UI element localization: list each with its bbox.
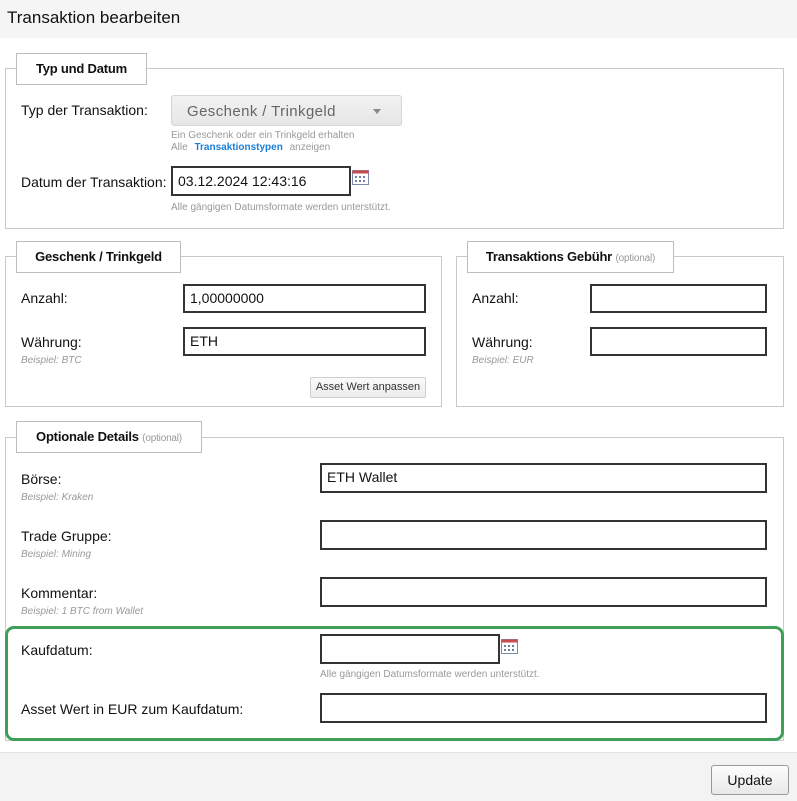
update-button[interactable]: Update — [711, 765, 789, 795]
gebuehr-waehrung-input[interactable] — [590, 327, 767, 356]
kaufdatum-input[interactable] — [320, 634, 500, 664]
kommentar-label: Kommentar: — [21, 585, 98, 601]
kommentar-hint: Beispiel: 1 BTC from Wallet — [21, 606, 144, 617]
calendar-icon[interactable] — [501, 639, 518, 654]
gebuehr-anzahl-label: Anzahl: — [472, 290, 519, 306]
trade-gruppe-label: Trade Gruppe: — [21, 528, 112, 544]
datum-hint: Alle gängigen Datumsformate werden unter… — [171, 202, 391, 213]
kaufdatum-hint: Alle gängigen Datumsformate werden unter… — [320, 669, 540, 680]
geschenk-waehrung-label: Währung: — [21, 334, 82, 350]
trade-gruppe-hint: Beispiel: Mining — [21, 549, 92, 560]
gebuehr-waehrung-label: Währung: — [472, 334, 533, 350]
asset-wert-input[interactable] — [320, 693, 767, 723]
boerse-hint: Beispiel: Kraken — [21, 492, 94, 503]
geschenk-anzahl-input[interactable]: 1,00000000 — [183, 284, 426, 313]
typ-und-datum-section — [5, 68, 784, 229]
boerse-input[interactable]: ETH Wallet — [320, 463, 767, 493]
transaktionstypen-link[interactable]: Transaktionstypen — [194, 142, 282, 153]
chevron-down-icon — [373, 109, 381, 114]
asset-wert-anpassen-button[interactable]: Asset Wert anpassen — [310, 377, 426, 398]
geschenk-anzahl-label: Anzahl: — [21, 290, 68, 306]
typ-hint: Ein Geschenk oder ein Trinkgeld erhalten — [171, 130, 355, 141]
typ-und-datum-legend: Typ und Datum — [16, 53, 147, 85]
kommentar-input[interactable] — [320, 577, 767, 607]
boerse-label: Börse: — [21, 471, 62, 487]
transaction-type-select[interactable]: Geschenk / Trinkgeld — [171, 95, 402, 126]
dialog-titlebar: Transaktion bearbeiten — [0, 0, 797, 38]
kaufdatum-label: Kaufdatum: — [21, 642, 93, 658]
optionale-details-legend: Optionale Details (optional) — [16, 421, 202, 453]
gebuehr-waehrung-hint: Beispiel: EUR — [472, 355, 534, 366]
transaction-type-value: Geschenk / Trinkgeld — [187, 103, 336, 120]
gebuehr-legend: Transaktions Gebühr (optional) — [467, 241, 674, 273]
trade-gruppe-input[interactable] — [320, 520, 767, 550]
geschenk-legend: Geschenk / Trinkgeld — [16, 241, 181, 273]
geschenk-waehrung-hint: Beispiel: BTC — [21, 355, 82, 366]
gebuehr-anzahl-input[interactable] — [590, 284, 767, 313]
typ-label: Typ der Transaktion: — [21, 102, 148, 118]
asset-wert-label: Asset Wert in EUR zum Kaufdatum: — [21, 701, 244, 717]
transaction-date-input[interactable]: 03.12.2024 12:43:16 — [171, 166, 351, 196]
geschenk-waehrung-input[interactable]: ETH — [183, 327, 426, 356]
dialog-title: Transaktion bearbeiten — [7, 8, 181, 27]
typ-hint-links: Alle Transaktionstypen anzeigen — [171, 142, 331, 153]
calendar-icon[interactable] — [352, 170, 369, 185]
datum-label: Datum der Transaktion: — [21, 174, 167, 190]
dialog-footer — [0, 752, 797, 801]
